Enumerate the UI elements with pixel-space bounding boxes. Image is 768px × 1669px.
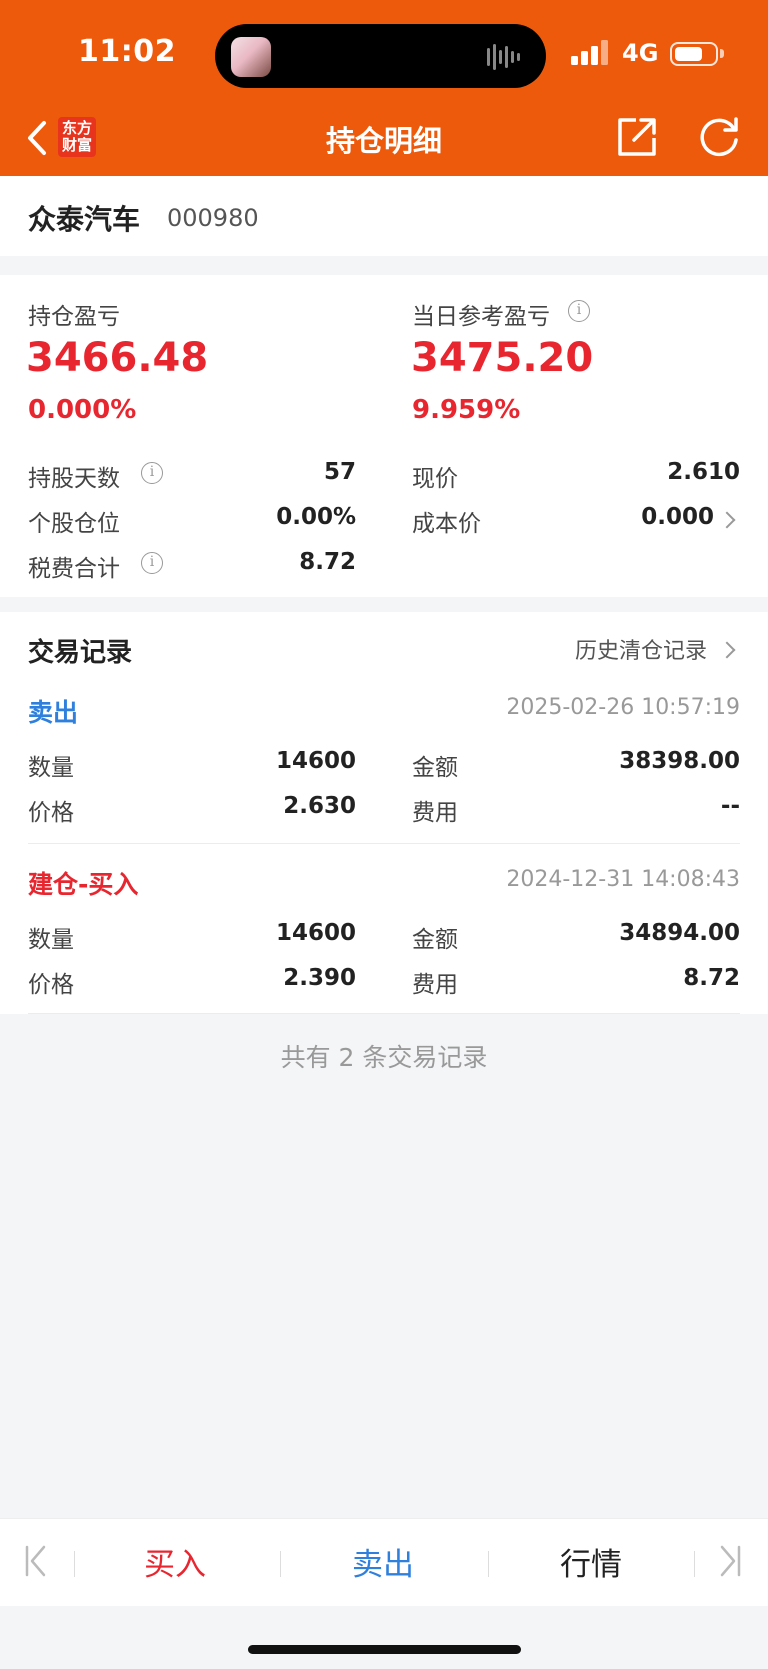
chevron-right-icon[interactable] (718, 511, 736, 529)
position-ratio-label: 个股仓位 (28, 511, 120, 537)
stock-header: 众泰汽车 000980 (0, 176, 768, 256)
daily-pl-pct: 9.959% (412, 395, 521, 425)
position-summary: 持仓盈亏 3466.48 0.000% 当日参考盈亏 i 3475.20 9.9… (0, 275, 768, 597)
home-indicator[interactable] (248, 1645, 521, 1654)
fee-value: -- (720, 793, 740, 819)
price-value: 2.390 (283, 965, 356, 991)
price-label: 价格 (28, 800, 74, 826)
info-icon[interactable]: i (141, 552, 163, 574)
tax-fee-value: 8.72 (299, 549, 356, 575)
toolbar-separator (694, 1551, 695, 1577)
bottom-toolbar: 买入 卖出 行情 (0, 1518, 768, 1606)
dynamic-island[interactable] (215, 24, 546, 88)
cost-price-label[interactable]: 成本价 (412, 504, 481, 538)
daily-pl-label: 当日参考盈亏 (412, 304, 550, 330)
daily-pl-value: 3475.20 (411, 335, 594, 381)
chevron-right-icon[interactable] (718, 641, 736, 659)
amount-label: 金额 (412, 927, 458, 953)
battery-icon (670, 42, 718, 66)
fee-label: 费用 (412, 800, 458, 826)
toolbar-separator (74, 1551, 75, 1577)
qty-value: 14600 (275, 920, 356, 946)
holding-pl-label: 持仓盈亏 (28, 304, 120, 330)
holding-days-value: 57 (323, 459, 356, 485)
qty-value: 14600 (275, 748, 356, 774)
trade-time: 2025-02-26 10:57:19 (506, 695, 740, 720)
toolbar-separator (488, 1551, 489, 1577)
fee-label: 费用 (412, 972, 458, 998)
first-page-icon[interactable] (24, 1543, 48, 1579)
trade-time: 2024-12-31 14:08:43 (506, 867, 740, 892)
home-indicator-area (0, 1606, 768, 1669)
amount-label: 金额 (412, 755, 458, 781)
amount-value: 38398.00 (619, 748, 740, 774)
holding-days-label: 持股天数 (28, 466, 120, 492)
qty-label: 数量 (28, 755, 74, 781)
info-icon[interactable]: i (568, 300, 590, 322)
trade-type: 卖出 (28, 698, 79, 727)
position-ratio-value: 0.00% (276, 504, 356, 530)
qty-label: 数量 (28, 927, 74, 953)
trade-type: 建仓-买入 (28, 870, 139, 899)
price-label: 价格 (28, 972, 74, 998)
battery-cap (720, 49, 724, 58)
now-playing-thumbnail (231, 37, 271, 77)
quote-button[interactable]: 行情 (526, 1539, 656, 1584)
current-price-label: 现价 (412, 466, 458, 492)
buy-button[interactable]: 买入 (110, 1539, 240, 1584)
price-value: 2.630 (283, 793, 356, 819)
stock-code: 000980 (167, 204, 259, 232)
app-header: 11:02 4G 东方 财富 持仓明细 (0, 0, 768, 176)
current-price-value: 2.610 (667, 459, 740, 485)
last-page-icon[interactable] (718, 1543, 742, 1579)
status-time: 11:02 (78, 34, 176, 69)
trade-records: 交易记录 历史清仓记录 卖出 2025-02-26 10:57:19 数量 14… (0, 612, 768, 1014)
sell-button[interactable]: 卖出 (318, 1539, 448, 1584)
cellular-signal-icon (571, 40, 608, 65)
fee-value: 8.72 (683, 965, 740, 991)
network-type: 4G (622, 39, 659, 67)
tax-fee-label: 税费合计 (28, 556, 120, 582)
holding-pl-value: 3466.48 (26, 335, 209, 381)
refresh-icon[interactable] (698, 116, 742, 158)
toolbar-separator (280, 1551, 281, 1577)
stock-name: 众泰汽车 (28, 203, 141, 236)
amount-value: 34894.00 (619, 920, 740, 946)
history-clear-link[interactable]: 历史清仓记录 (575, 633, 707, 665)
section-title: 交易记录 (28, 638, 133, 668)
info-icon[interactable]: i (141, 462, 163, 484)
holding-pl-pct: 0.000% (28, 395, 137, 425)
divider (28, 843, 740, 844)
record-count-note: 共有 2 条交易记录 (280, 1043, 488, 1072)
cost-price-value[interactable]: 0.000 (574, 504, 714, 530)
divider (28, 1013, 740, 1014)
audio-wave-icon (487, 44, 520, 70)
share-icon[interactable] (616, 116, 658, 158)
